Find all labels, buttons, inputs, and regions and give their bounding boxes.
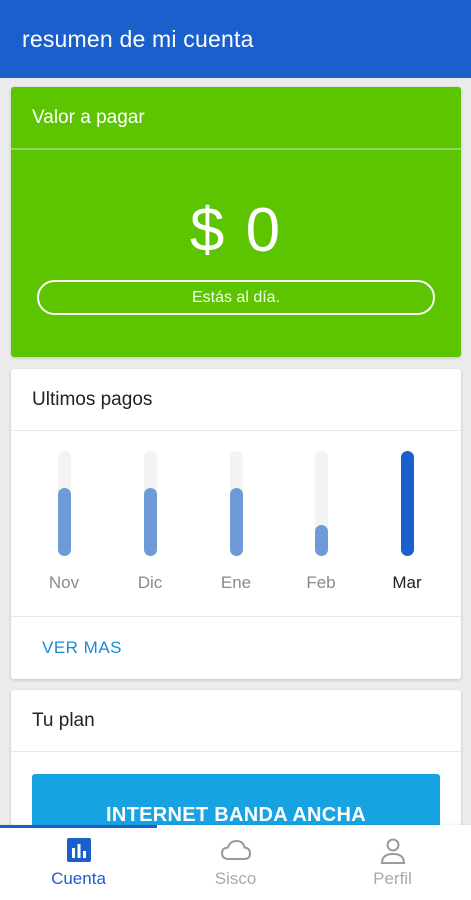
status-badge: Estás al día.	[37, 280, 435, 315]
nav-item-sisco[interactable]: Sisco	[157, 825, 314, 900]
amount-due: $ 0	[189, 196, 283, 265]
bar-feb	[315, 524, 328, 556]
payments-bar-chart	[11, 451, 461, 556]
page-title: resumen de mi cuenta	[22, 26, 254, 52]
bar-track-dic	[144, 451, 157, 556]
nav-label-sisco: Sisco	[214, 869, 257, 888]
bar-track-mar	[401, 451, 414, 556]
nav-label-perfil: Perfil	[373, 869, 412, 888]
payment-card: Valor a pagar $ 0 Estás al día.	[11, 87, 461, 357]
see-more-link[interactable]: VER MAS	[42, 638, 122, 658]
month-label: Mar	[392, 573, 422, 592]
bottom-navigation: Cuenta Sisco Perfil	[0, 825, 471, 900]
bar-nov	[58, 487, 71, 556]
bar-ene	[230, 487, 243, 556]
month-label: Dic	[137, 573, 163, 592]
app-bar: resumen de mi cuenta	[0, 0, 471, 78]
payments-history-card: Ultimos pagos Nov Dic Ene Feb Mar VER MA…	[11, 369, 461, 679]
bar-dic	[144, 487, 157, 556]
person-icon	[380, 838, 405, 864]
cloud-icon	[220, 839, 251, 860]
bar-track-ene	[230, 451, 243, 556]
nav-item-perfil[interactable]: Perfil	[314, 825, 471, 900]
month-label: Feb	[306, 573, 336, 592]
payments-history-title: Ultimos pagos	[11, 369, 461, 431]
nav-label-cuenta: Cuenta	[51, 869, 106, 888]
month-label: Ene	[220, 573, 252, 592]
nav-item-cuenta[interactable]: Cuenta	[0, 825, 157, 900]
month-label: Nov	[48, 573, 80, 592]
plan-card-title: Tu plan	[11, 690, 461, 752]
bar-track-nov	[58, 451, 71, 556]
payment-card-title: Valor a pagar	[11, 87, 461, 150]
bar-mar	[401, 451, 414, 556]
bar-chart-icon	[66, 838, 91, 862]
bar-track-feb	[315, 451, 328, 556]
divider	[11, 616, 461, 617]
